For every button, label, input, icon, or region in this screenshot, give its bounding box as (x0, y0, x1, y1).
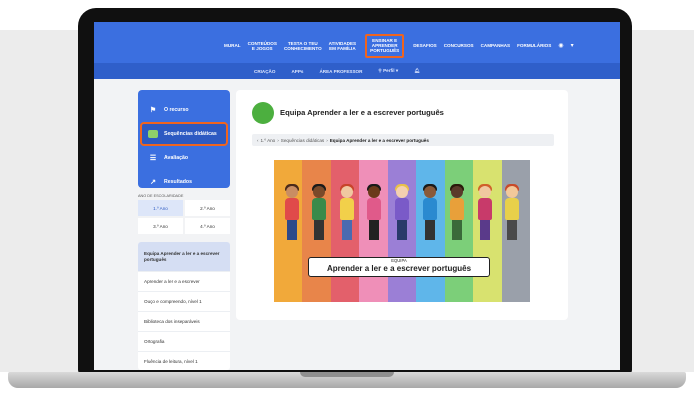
year-option-4[interactable]: 4.º Ano (185, 218, 230, 234)
trend-icon: ↗ (150, 179, 156, 186)
nav-concursos[interactable]: CONCURSOS (444, 43, 474, 48)
child-figure (448, 184, 466, 244)
subnav-apps[interactable]: APPs (291, 69, 303, 74)
sidebar-item-recurso[interactable]: ⚑ O recurso (138, 98, 230, 122)
breadcrumb-arrow-icon: ‹ (257, 137, 259, 143)
breadcrumb-home[interactable]: 1.º Ano (261, 138, 276, 143)
notification-bell-icon[interactable]: 🔔︎ (414, 68, 420, 74)
chevron-down-icon: ▾ (395, 68, 399, 73)
sidebar-item-avaliacao[interactable]: ☰ Avaliação (138, 146, 230, 170)
subnav-area-professor[interactable]: ÁREA PROFESSOR (319, 69, 362, 74)
list-item[interactable]: Aprender a ler e a escrever (138, 272, 230, 292)
book-icon (148, 130, 158, 138)
child-figure (365, 184, 383, 244)
page-title: Equipa Aprender a ler e a escrever portu… (280, 108, 444, 117)
child-figure (393, 184, 411, 244)
sidebar-item-label: Sequências didáticas (164, 131, 217, 137)
breadcrumb: ‹ 1.º Ano › Sequências didáticas › Equip… (252, 134, 554, 146)
list-item[interactable]: Fluência de leitura, nível 1 (138, 352, 230, 370)
banner-big-label: Aprender a ler e a escrever português (326, 264, 472, 273)
child-figure (283, 184, 301, 244)
user-circle-icon[interactable]: ◉ (558, 42, 563, 49)
breadcrumb-current: Equipa Aprender a ler e a escrever portu… (329, 137, 429, 143)
sidebar-item-label: Resultados (164, 179, 192, 185)
resource-sidebar: ⚑ O recurso Sequências didáticas ☰ Avali… (138, 90, 230, 188)
list-item[interactable]: Equipa Aprender a ler e a escrever portu… (138, 242, 230, 272)
children-illustration (278, 182, 526, 244)
breadcrumb-separator: › (277, 137, 279, 143)
nav-conteudos-jogos[interactable]: CONTEÚDOS E JOGOS (248, 41, 277, 51)
child-figure (421, 184, 439, 244)
nav-ensinar-aprender[interactable]: ENSINAR E APRENDER PORTUGUÊS (365, 34, 405, 58)
year-option-2[interactable]: 2.º Ano (185, 200, 230, 216)
top-navigation: MURAL CONTEÚDOS E JOGOS TESTA O TEU CONH… (94, 22, 620, 63)
sidebar-item-sequencias[interactable]: Sequências didáticas (140, 122, 228, 146)
laptop-notch (300, 372, 394, 377)
banner-label: EQUIPA Aprender a ler e a escrever portu… (308, 257, 490, 277)
list-item[interactable]: Biblioteca dos inseparáveis (138, 312, 230, 332)
sidebar-item-label: O recurso (164, 107, 189, 113)
chevron-down-icon[interactable]: ▾ (571, 42, 574, 49)
child-figure (310, 184, 328, 244)
year-option-3[interactable]: 3.º Ano (138, 218, 183, 234)
breadcrumb-section[interactable]: Sequências didáticas (281, 138, 324, 143)
child-figure (476, 184, 494, 244)
breadcrumb-separator: › (326, 137, 328, 143)
year-selector: 1.º Ano 2.º Ano 3.º Ano 4.º Ano (138, 200, 230, 234)
title-dot-icon (252, 102, 274, 124)
sidebar-item-resultados[interactable]: ↗ Resultados (138, 170, 230, 194)
sidebar-item-label: Avaliação (164, 155, 189, 161)
sub-navigation: CRIAÇÃO APPs ÁREA PROFESSOR ⚲ Perfil ▾ 🔔… (94, 63, 620, 79)
sequence-list: Equipa Aprender a ler e a escrever portu… (138, 242, 230, 370)
nav-formularios[interactable]: FORMULÁRIOS (517, 43, 551, 48)
nav-desafios[interactable]: DESAFIOS (413, 43, 436, 48)
nav-atividades-familia[interactable]: ATIVIDADES EM FAMÍLIA (329, 41, 356, 51)
year-section-label: ANO DE ESCOLARIDADE (138, 194, 184, 198)
checklist-icon: ☰ (149, 155, 157, 162)
nav-mural[interactable]: MURAL (224, 43, 241, 48)
subnav-perfil-label: Perfil (383, 68, 395, 73)
person-icon: ⚲ (378, 68, 382, 73)
subnav-criacao[interactable]: CRIAÇÃO (254, 69, 275, 74)
child-figure (503, 184, 521, 244)
flag-icon: ⚑ (149, 107, 157, 114)
year-option-1[interactable]: 1.º Ano (138, 200, 183, 216)
main-content-card: Equipa Aprender a ler e a escrever portu… (236, 90, 568, 320)
subnav-perfil[interactable]: ⚲ Perfil ▾ (378, 68, 398, 74)
nav-campanhas[interactable]: CAMPANHAS (481, 43, 511, 48)
team-banner-image: EQUIPA Aprender a ler e a escrever portu… (274, 160, 530, 302)
laptop-screen: MURAL CONTEÚDOS E JOGOS TESTA O TEU CONH… (94, 22, 620, 370)
list-item[interactable]: Ouço e compreendo, nível 1 (138, 292, 230, 312)
list-item[interactable]: Ortografia (138, 332, 230, 352)
child-figure (338, 184, 356, 244)
nav-testa-conhecimento[interactable]: TESTA O TEU CONHECIMENTO (284, 41, 322, 51)
